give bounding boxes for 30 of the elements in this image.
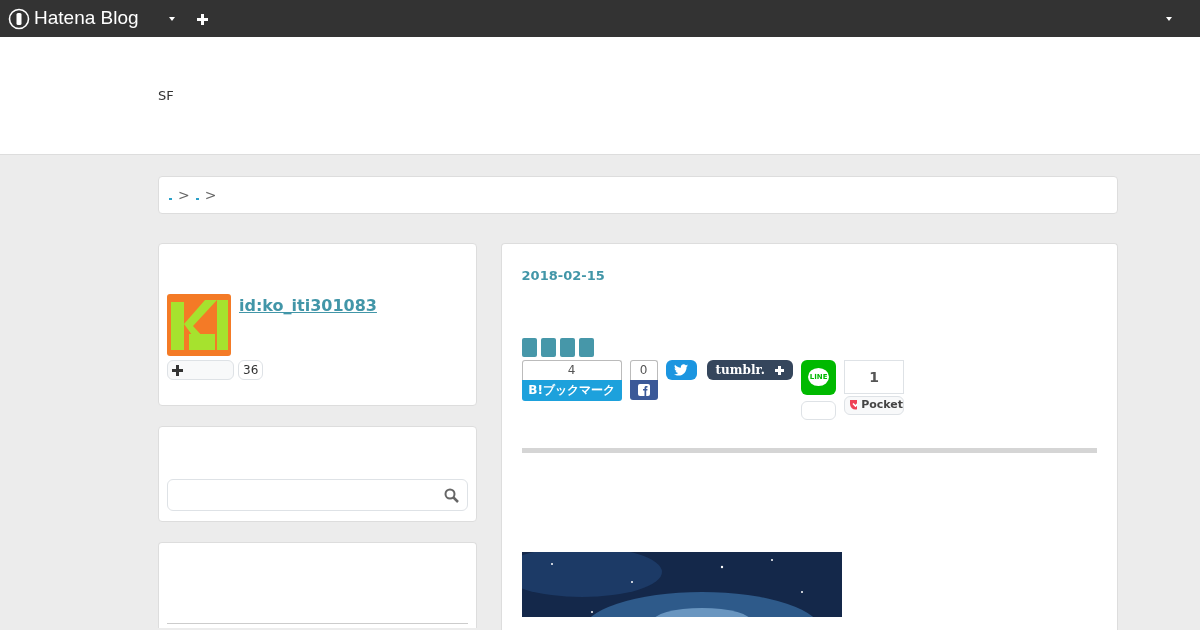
category-tag[interactable]: [559, 337, 575, 357]
add-icon: [172, 365, 183, 376]
twitter-button[interactable]: [665, 359, 697, 380]
bird-icon: [674, 363, 689, 376]
facebook-button[interactable]: [629, 379, 658, 400]
tumblr-button[interactable]: tumblr.: [706, 359, 794, 380]
search-field[interactable]: [167, 479, 468, 511]
caret-icon[interactable]: [1166, 16, 1172, 21]
follower-count: 36: [238, 360, 264, 380]
share-count: 0: [629, 359, 658, 380]
breadcrumb-separator: >: [204, 185, 217, 205]
caret-icon[interactable]: [168, 16, 175, 21]
category-tag[interactable]: [578, 337, 594, 357]
pocket-icon: [849, 399, 858, 411]
category-tag[interactable]: [521, 337, 537, 357]
add-icon: [775, 365, 785, 375]
entry-date: 2018-02-15: [521, 267, 606, 285]
f-logo-icon: [637, 383, 650, 396]
follow-button[interactable]: [167, 360, 234, 380]
category-tag[interactable]: [540, 337, 556, 357]
breadcrumb-separator: >: [178, 185, 190, 205]
bookmark-count: 4: [521, 359, 622, 380]
pocket-button[interactable]: Pocket: [844, 395, 905, 415]
pocket-count: 1: [844, 359, 905, 394]
breadcrumb-link[interactable]: [195, 198, 199, 200]
blog-title: SF: [158, 86, 174, 105]
brand-logo[interactable]: Hatena Blog: [8, 4, 139, 33]
logo-icon: [8, 7, 30, 30]
search-icon: [443, 487, 459, 503]
share-count: [801, 400, 837, 420]
